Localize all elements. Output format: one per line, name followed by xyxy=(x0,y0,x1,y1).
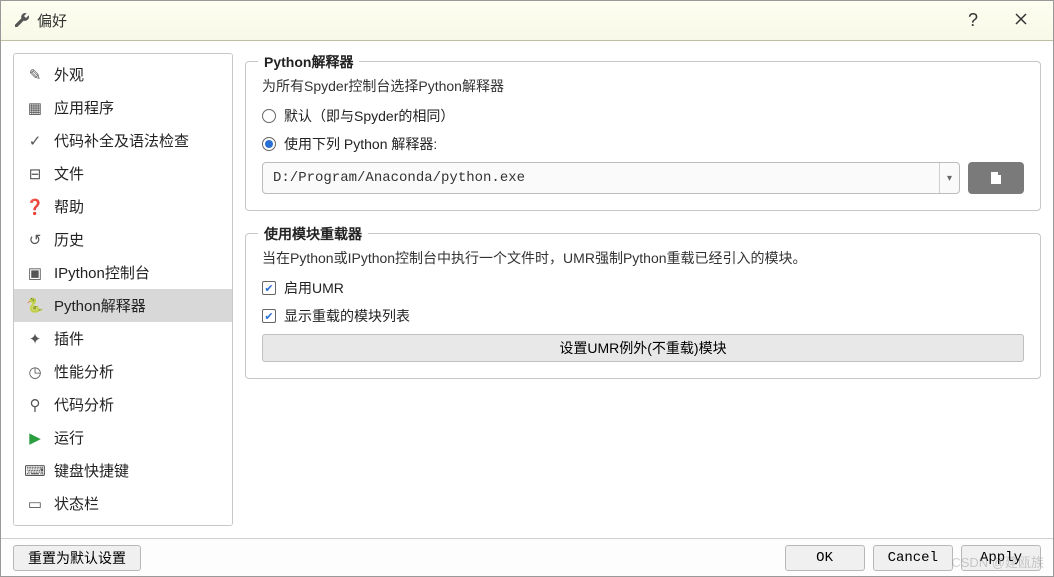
gauge-icon: ◷ xyxy=(26,363,44,381)
reset-defaults-button[interactable]: 重置为默认设置 xyxy=(13,545,141,571)
sidebar-item-label: 状态栏 xyxy=(54,493,99,514)
sidebar-item-label: 插件 xyxy=(54,328,84,349)
sidebar-item-label: 代码补全及语法检查 xyxy=(54,130,189,151)
sidebar-item-label: 历史 xyxy=(54,229,84,250)
radio-custom-label: 使用下列 Python 解释器: xyxy=(284,134,437,154)
sidebar-item-13[interactable]: ▭ 状态栏 xyxy=(14,487,232,520)
sidebar-item-label: 帮助 xyxy=(54,196,84,217)
python-icon: 🐍 xyxy=(26,297,44,315)
umr-exclude-button[interactable]: 设置UMR例外(不重载)模块 xyxy=(262,334,1024,362)
check-show-list[interactable]: 显示重载的模块列表 xyxy=(262,306,1024,326)
statusbar-icon: ▭ xyxy=(26,495,44,513)
umr-groupbox: 使用模块重载器 当在Python或IPython控制台中执行一个文件时，UMR强… xyxy=(245,233,1041,379)
window-title: 偏好 xyxy=(37,10,67,31)
sidebar-item-label: 外观 xyxy=(54,64,84,85)
help-icon: ❓ xyxy=(26,198,44,216)
sidebar-item-7[interactable]: 🐍 Python解释器 xyxy=(14,289,232,322)
sidebar-item-label: 文件 xyxy=(54,163,84,184)
keyboard-icon: ⌨ xyxy=(26,462,44,480)
run-icon: ▶ xyxy=(26,429,44,447)
umr-legend: 使用模块重载器 xyxy=(258,224,368,244)
sidebar-item-label: 性能分析 xyxy=(54,361,114,382)
sidebar-item-label: 应用程序 xyxy=(54,97,114,118)
ok-button[interactable]: OK xyxy=(785,545,865,571)
interpreter-groupbox: Python解释器 为所有Spyder控制台选择Python解释器 默认（即与S… xyxy=(245,61,1041,211)
sidebar-item-1[interactable]: ▦ 应用程序 xyxy=(14,91,232,124)
interpreter-path-input[interactable] xyxy=(263,170,939,186)
titlebar: 偏好 ? xyxy=(1,1,1053,41)
sidebar-item-label: 代码分析 xyxy=(54,394,114,415)
brush-icon: ✎ xyxy=(26,66,44,84)
sidebar-item-8[interactable]: ✦ 插件 xyxy=(14,322,232,355)
radio-icon xyxy=(262,109,276,123)
sidebar-item-label: IPython控制台 xyxy=(54,262,150,283)
terminal-icon: ▣ xyxy=(26,264,44,282)
ruler-icon: ⊟ xyxy=(26,165,44,183)
radio-custom[interactable]: 使用下列 Python 解释器: xyxy=(262,134,1024,154)
sidebar-item-2[interactable]: ✓ 代码补全及语法检查 xyxy=(14,124,232,157)
sidebar-item-5[interactable]: ↺ 历史 xyxy=(14,223,232,256)
interpreter-legend: Python解释器 xyxy=(258,53,359,72)
history-icon: ↺ xyxy=(26,231,44,249)
code-analysis-icon: ⚲ xyxy=(26,396,44,414)
sidebar-item-3[interactable]: ⊟ 文件 xyxy=(14,157,232,190)
check-enable-umr[interactable]: 启用UMR xyxy=(262,278,1024,298)
sidebar-item-12[interactable]: ⌨ 键盘快捷键 xyxy=(14,454,232,487)
interpreter-desc: 为所有Spyder控制台选择Python解释器 xyxy=(262,76,1024,96)
checkbox-icon xyxy=(262,309,276,323)
sidebar-item-9[interactable]: ◷ 性能分析 xyxy=(14,355,232,388)
wrench-icon xyxy=(13,11,29,30)
sidebar-item-10[interactable]: ⚲ 代码分析 xyxy=(14,388,232,421)
umr-desc: 当在Python或IPython控制台中执行一个文件时，UMR强制Python重… xyxy=(262,248,1024,268)
interpreter-path-combo[interactable]: ▾ xyxy=(262,162,960,194)
cancel-button[interactable]: Cancel xyxy=(873,545,953,571)
sidebar-item-label: Python解释器 xyxy=(54,295,146,316)
sidebar-item-0[interactable]: ✎ 外观 xyxy=(14,58,232,91)
check-showlist-label: 显示重载的模块列表 xyxy=(284,306,410,326)
sidebar-item-11[interactable]: ▶ 运行 xyxy=(14,421,232,454)
path-row: ▾ xyxy=(262,162,1024,194)
content-panel: Python解释器 为所有Spyder控制台选择Python解释器 默认（即与S… xyxy=(245,53,1041,526)
check-enable-label: 启用UMR xyxy=(284,278,344,298)
browse-button[interactable] xyxy=(968,162,1024,194)
dialog-body: ✎ 外观 ▦ 应用程序 ✓ 代码补全及语法检查 ⊟ 文件 ❓ 帮助 ↺ 历史 ▣ IPython控制台 🐍 P… xyxy=(1,41,1053,538)
sidebar-item-14[interactable]: ≡变量管理器 xyxy=(14,520,232,526)
checkbox-icon xyxy=(262,281,276,295)
help-button[interactable]: ? xyxy=(953,10,993,31)
apply-button[interactable]: Apply xyxy=(961,545,1041,571)
close-button[interactable] xyxy=(1001,10,1041,31)
puzzle-icon: ✦ xyxy=(26,330,44,348)
sidebar-item-6[interactable]: ▣ IPython控制台 xyxy=(14,256,232,289)
footer: 重置为默认设置 OK Cancel Apply xyxy=(1,538,1053,576)
preferences-window: 偏好 ? ✎ 外观 ▦ 应用程序 ✓ 代码补全及语法检查 ⊟ 文件 ❓ 帮助 ↺ 历史 ▣ IPython… xyxy=(0,0,1054,577)
sidebar-item-label: 运行 xyxy=(54,427,84,448)
radio-default[interactable]: 默认（即与Spyder的相同） xyxy=(262,106,1024,126)
spellcheck-icon: ✓ xyxy=(26,132,44,150)
radio-default-label: 默认（即与Spyder的相同） xyxy=(284,106,454,126)
grid-icon: ▦ xyxy=(26,99,44,117)
sidebar-item-label: 键盘快捷键 xyxy=(54,460,129,481)
category-sidebar[interactable]: ✎ 外观 ▦ 应用程序 ✓ 代码补全及语法检查 ⊟ 文件 ❓ 帮助 ↺ 历史 ▣ IPython控制台 🐍 P… xyxy=(13,53,233,526)
sidebar-item-4[interactable]: ❓ 帮助 xyxy=(14,190,232,223)
radio-icon xyxy=(262,137,276,151)
chevron-down-icon[interactable]: ▾ xyxy=(939,163,959,193)
